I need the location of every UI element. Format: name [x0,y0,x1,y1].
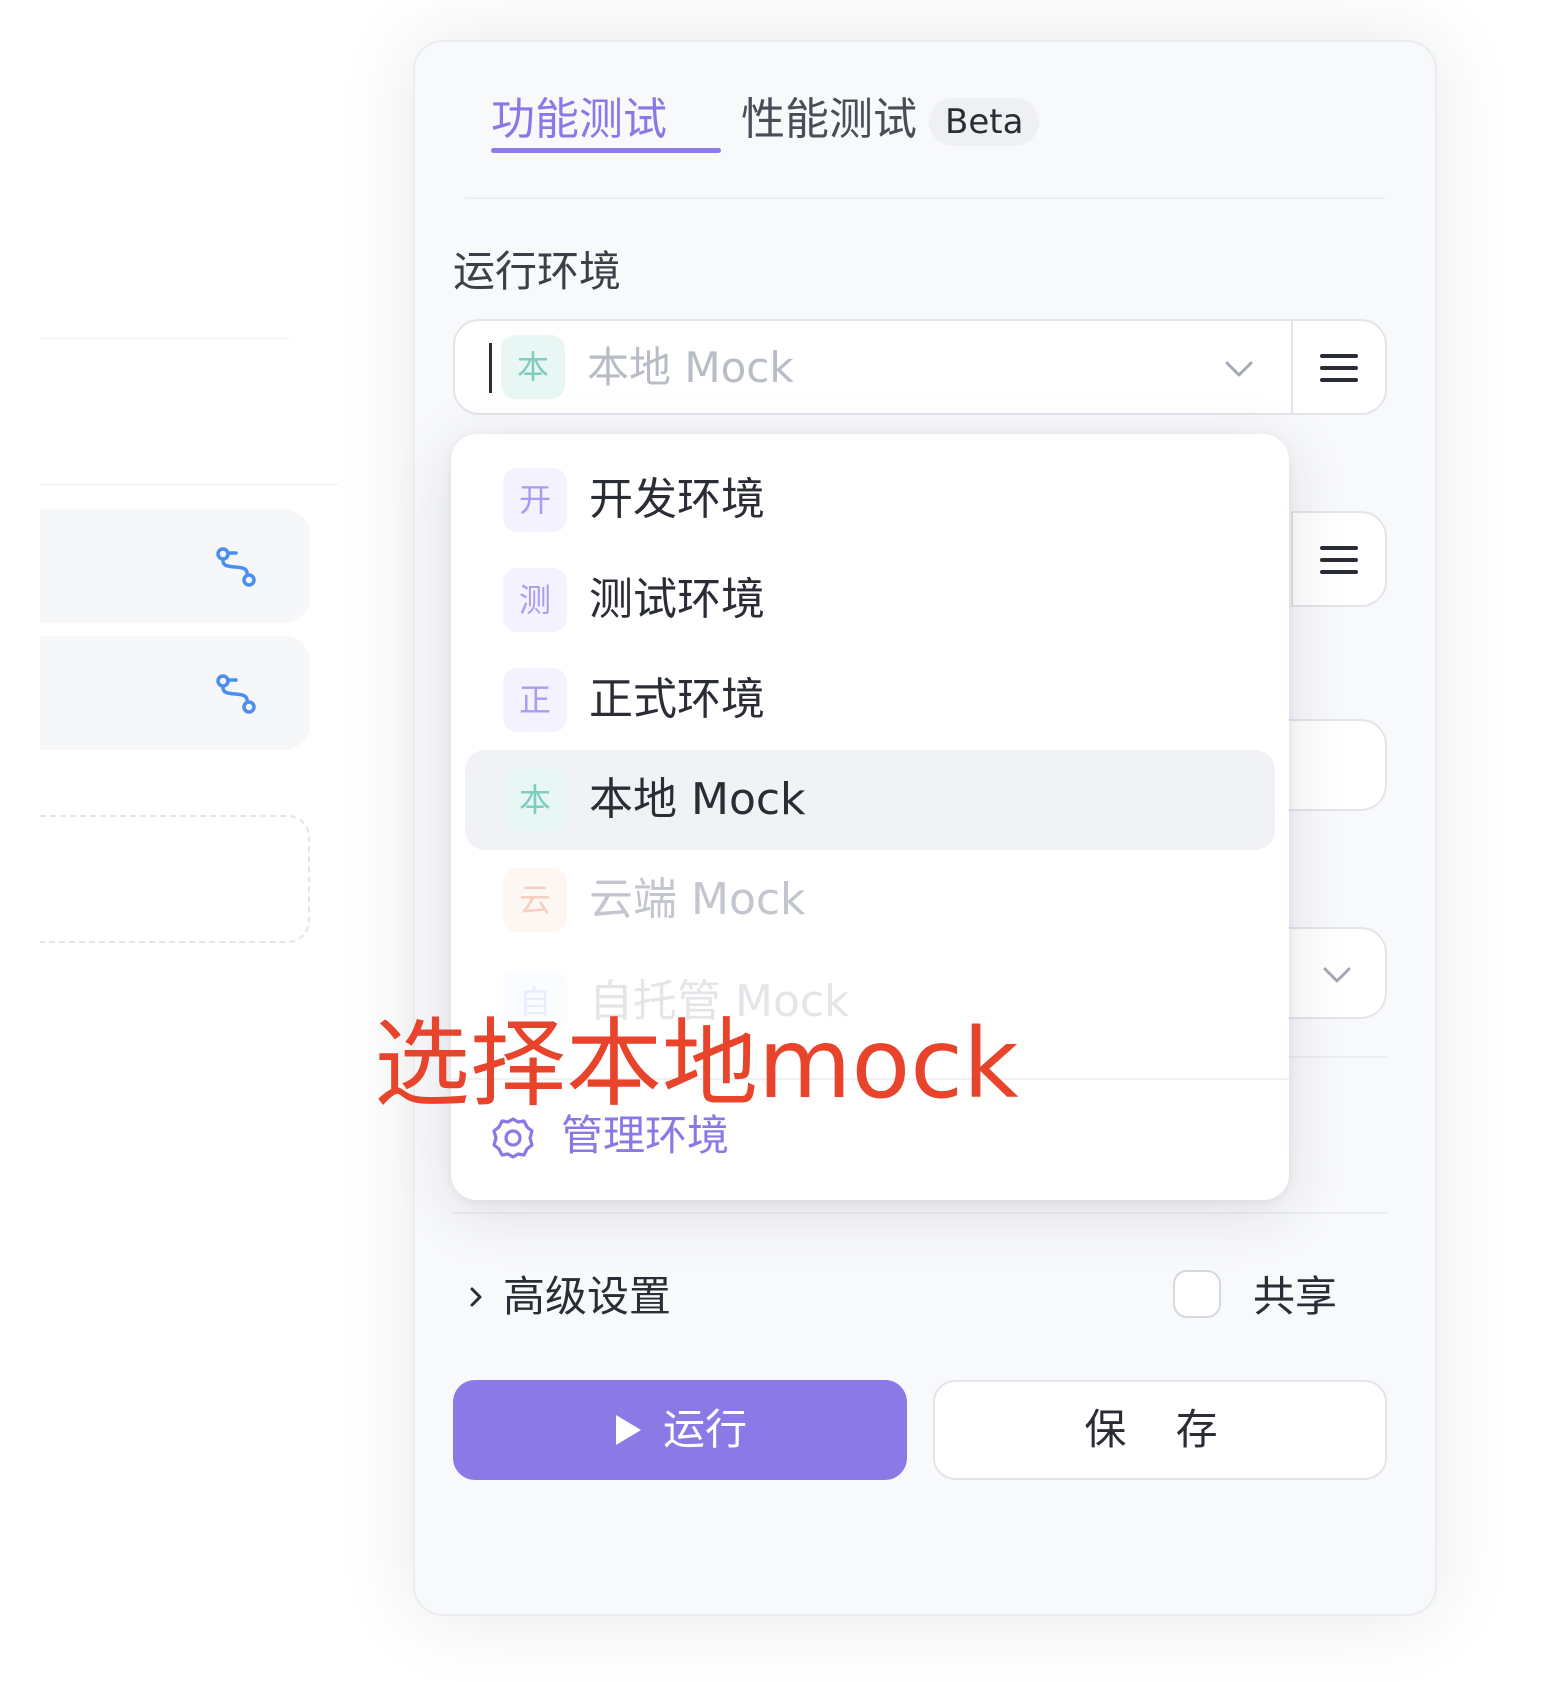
environment-badge: 本 [501,335,565,399]
dropdown-item-label: 云端 Mock [589,874,806,925]
environment-badge: 正 [503,668,567,732]
dropdown-item-dev[interactable]: 开 开发环境 [465,450,1275,550]
chevron-down-icon [1225,361,1253,377]
background-list-row [40,636,310,750]
background-divider [40,484,338,485]
background-divider [40,338,290,339]
advanced-settings-toggle[interactable]: 高级设置 [503,1267,671,1327]
tab-performance-test[interactable]: 性能测试 Beta [741,90,1040,150]
environment-select-value: 本地 Mock [587,343,794,392]
dropdown-item-test[interactable]: 测 测试环境 [465,550,1275,650]
run-button[interactable]: 运行 [453,1380,907,1480]
tab-label: 功能测试 [491,94,667,145]
environment-badge: 开 [503,468,567,532]
environment-label: 运行环境 [453,247,622,296]
active-tab-indicator [491,148,721,153]
share-label: 共享 [1253,1272,1338,1321]
panel-divider [453,1212,1387,1214]
tab-functional-test[interactable]: 功能测试 [491,90,721,153]
link-icon [216,547,256,587]
share-checkbox[interactable] [1173,1270,1221,1318]
run-button-label: 运行 [662,1405,747,1454]
background-dashed-slot [40,815,310,943]
field-menu-button[interactable] [1291,511,1387,607]
menu-icon [1320,354,1358,382]
beta-badge: Beta [929,98,1040,146]
background-list-row [40,509,310,623]
dropdown-item-label: 正式环境 [589,674,765,725]
environment-select[interactable]: 本 本地 Mock [453,319,1293,415]
link-icon [216,674,256,714]
advanced-settings-row: 高级设置 共享 [453,1262,1387,1332]
dropdown-item-label: 本地 Mock [589,774,806,825]
environment-badge: 本 [503,768,567,832]
save-button[interactable]: 保 存 [933,1380,1387,1480]
environment-badge: 测 [503,568,567,632]
dropdown-item-local-mock[interactable]: 本 本地 Mock [465,750,1275,850]
tab-label: 性能测试 [741,94,917,145]
test-type-tabs: 功能测试 性能测试 Beta [465,42,1385,199]
instruction-annotation: 选择本地mock [374,1008,1019,1120]
environment-menu-button[interactable] [1291,319,1387,415]
chevron-down-icon [1323,967,1351,983]
dropdown-item-label: 开发环境 [589,474,765,525]
dropdown-item-label: 测试环境 [589,574,765,625]
menu-icon [1320,546,1358,574]
text-caret [489,343,492,393]
chevron-right-icon[interactable] [465,1284,487,1310]
dropdown-item-cloud-mock[interactable]: 云 云端 Mock [465,850,1275,950]
dropdown-item-prod[interactable]: 正 正式环境 [465,650,1275,750]
environment-badge: 云 [503,868,567,932]
play-icon [615,1414,641,1445]
